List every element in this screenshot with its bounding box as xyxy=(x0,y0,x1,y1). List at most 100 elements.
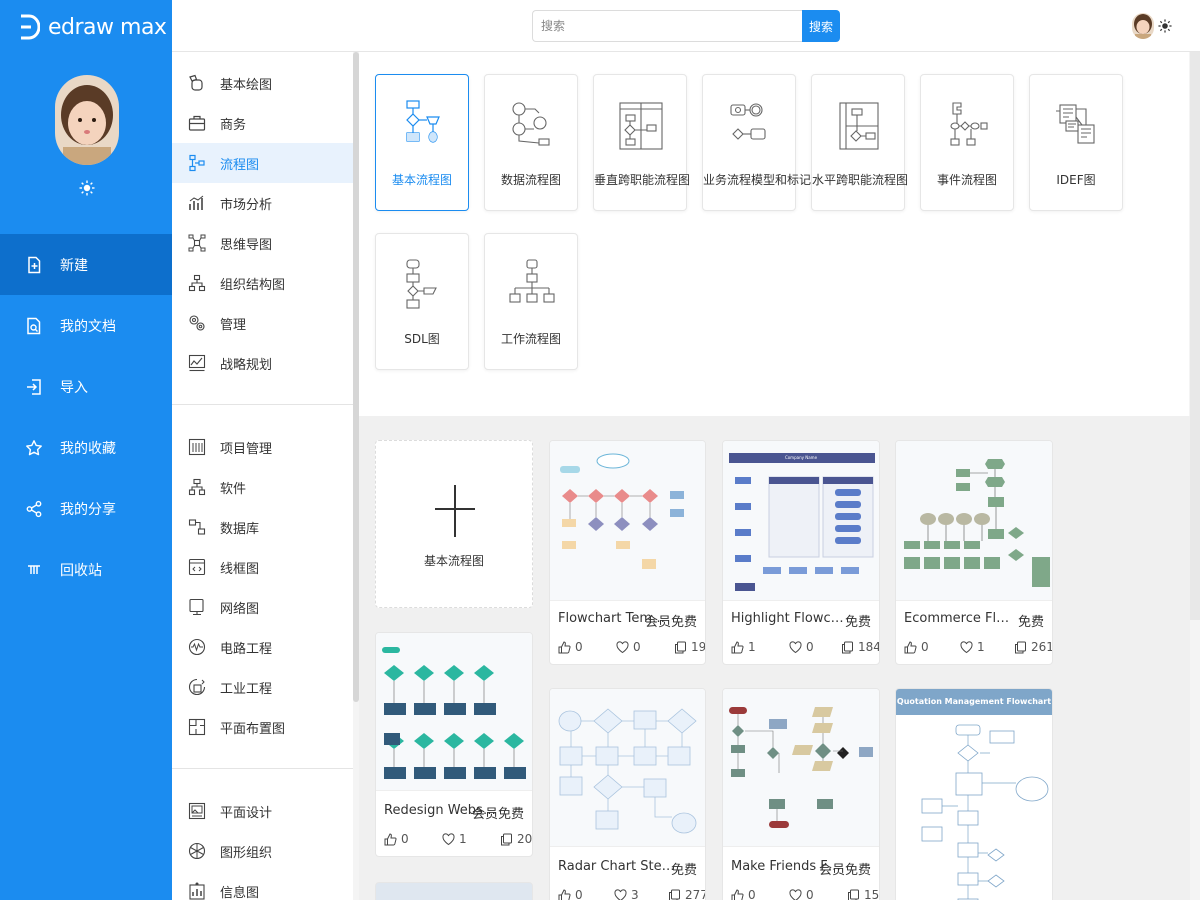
category-infographic[interactable]: 信息图 xyxy=(172,871,353,900)
template-card[interactable]: Quotation Management Flowchart xyxy=(895,688,1053,900)
category-wireframe[interactable]: 线框图 xyxy=(172,547,353,587)
template-name: Highlight Flowchart xyxy=(731,611,849,626)
wireframe-icon xyxy=(188,558,206,576)
mindmap-icon xyxy=(188,234,206,252)
template-card[interactable]: Flowchart Templ... 会员免费 0 0 19 xyxy=(549,440,706,665)
search-button[interactable]: 搜索 xyxy=(802,10,840,42)
software-icon xyxy=(188,478,206,496)
type-card-basic-flowchart[interactable]: 基本流程图 xyxy=(375,74,469,211)
copy-icon xyxy=(669,889,680,900)
new-card-label: 基本流程图 xyxy=(423,554,484,568)
template-card[interactable]: Radar Chart Steps 免费 0 3 277 xyxy=(549,688,706,900)
sdl-diagram-icon xyxy=(406,259,437,309)
template-price: 免费 xyxy=(670,863,697,878)
graphic-organizer-icon xyxy=(188,842,206,860)
category-flowchart[interactable]: 流程图 xyxy=(172,143,353,183)
type-card-event-flowchart[interactable]: 事件流程图 xyxy=(920,74,1014,211)
type-card-bpmn[interactable]: 业务流程模型和标记法 xyxy=(702,74,823,211)
top-avatar-photo xyxy=(1132,13,1154,39)
category-network[interactable]: 网络图 xyxy=(172,587,353,627)
template-stats: 0 3 277 xyxy=(558,888,705,900)
idef-diagram-icon xyxy=(1056,104,1095,144)
favorite-count[interactable]: 3 xyxy=(614,888,639,900)
main-scrollbar[interactable] xyxy=(1190,52,1200,620)
category-mindmap[interactable]: 思维导图 xyxy=(172,223,353,263)
copy-icon xyxy=(501,833,512,845)
new-file-icon xyxy=(28,256,41,273)
user-avatar[interactable] xyxy=(55,75,119,165)
project-icon xyxy=(188,438,206,456)
copy-count[interactable]: 19 xyxy=(674,640,705,654)
category-industrial[interactable]: 工业工程 xyxy=(172,667,353,707)
new-blank-diagram-card[interactable]: 基本流程图 xyxy=(375,440,533,608)
template-thumbnail xyxy=(921,724,1049,900)
type-card-label: SDL图 xyxy=(404,332,440,346)
copy-count[interactable]: 15 xyxy=(847,888,879,900)
theme-sun-icon[interactable] xyxy=(79,180,95,196)
template-card-partial[interactable] xyxy=(375,882,533,900)
copy-count[interactable]: 184 xyxy=(841,640,880,654)
copy-count[interactable]: 20 xyxy=(500,832,532,846)
category-software[interactable]: 软件 xyxy=(172,467,353,507)
favorite-count[interactable]: 0 xyxy=(789,640,814,654)
category-management[interactable]: 管理 xyxy=(172,303,353,343)
favorite-count[interactable]: 1 xyxy=(960,640,985,654)
heart-icon xyxy=(616,640,629,653)
like-count[interactable]: 0 xyxy=(904,640,929,654)
type-card-horizontal-cross-functional[interactable]: 水平跨职能流程图 xyxy=(811,74,908,211)
heart-icon xyxy=(960,640,973,653)
category-basic-drawing[interactable]: 基本绘图 xyxy=(172,63,353,103)
category-project-management[interactable]: 项目管理 xyxy=(172,427,353,467)
copy-count-value: 184 xyxy=(858,640,880,654)
theme-sun-icon[interactable] xyxy=(1158,19,1172,33)
category-org-chart[interactable]: 组织结构图 xyxy=(172,263,353,303)
template-card[interactable]: Make Friends Flo... 会员免费 0 0 15 xyxy=(722,688,880,900)
top-user-avatar[interactable] xyxy=(1132,13,1154,39)
template-card[interactable]: Ecommerce Flowchar... 免费 0 1 261 xyxy=(895,440,1053,665)
nav-item-import[interactable]: 导入 xyxy=(0,356,172,417)
favorite-count[interactable]: 1 xyxy=(442,832,467,846)
category-strategy[interactable]: 战略规划 xyxy=(172,343,353,383)
template-card[interactable]: Redesign Websit... 会员免费 0 1 20 xyxy=(375,632,533,857)
nav-item-trash[interactable]: 回收站 xyxy=(0,539,172,600)
like-count[interactable]: 0 xyxy=(384,832,409,846)
like-count[interactable]: 0 xyxy=(558,888,583,900)
nav-item-new[interactable]: 新建 xyxy=(0,234,172,295)
copy-count[interactable]: 261 xyxy=(1014,640,1052,654)
data-flow-diagram-icon xyxy=(512,102,550,146)
category-floorplan[interactable]: 平面布置图 xyxy=(172,707,353,747)
category-circuit[interactable]: 电路工程 xyxy=(172,627,353,667)
floorplan-icon xyxy=(188,718,206,736)
category-business[interactable]: 商务 xyxy=(172,103,353,143)
like-count-value: 1 xyxy=(748,640,756,654)
app-logo[interactable]: edraw max xyxy=(18,12,167,42)
favorite-count-value: 0 xyxy=(806,640,814,654)
category-graphic-design[interactable]: 平面设计 xyxy=(172,791,353,831)
favorite-count[interactable]: 0 xyxy=(616,640,641,654)
nav-item-favorites[interactable]: 我的收藏 xyxy=(0,417,172,478)
type-card-data-flow[interactable]: 数据流程图 xyxy=(484,74,578,211)
infographic-icon xyxy=(189,882,205,900)
type-card-sdl[interactable]: SDL图 xyxy=(375,233,469,370)
nav-item-documents[interactable]: 我的文档 xyxy=(0,295,172,356)
bpmn-icon xyxy=(730,103,766,140)
category-market-analysis[interactable]: 市场分析 xyxy=(172,183,353,223)
type-card-idef[interactable]: IDEF图 xyxy=(1029,74,1123,211)
like-count[interactable]: 0 xyxy=(558,640,583,654)
nav-item-label: 我的文档 xyxy=(60,318,116,335)
category-label: 图形组织 xyxy=(220,845,273,861)
copy-icon xyxy=(675,641,686,653)
nav-item-label: 新建 xyxy=(60,257,88,274)
template-card[interactable]: Company Name Highlight Flowchart 免费 1 0 … xyxy=(722,440,880,665)
nav-item-shared[interactable]: 我的分享 xyxy=(0,478,172,539)
category-database[interactable]: 数据库 xyxy=(172,507,353,547)
like-count[interactable]: 1 xyxy=(731,640,756,654)
category-graphic-organizer[interactable]: 图形组织 xyxy=(172,831,353,871)
type-card-workflow[interactable]: 工作流程图 xyxy=(484,233,578,370)
search-input[interactable] xyxy=(532,10,802,42)
type-card-vertical-cross-functional[interactable]: 垂直跨职能流程图 xyxy=(593,74,690,211)
copy-count[interactable]: 277 xyxy=(668,888,705,900)
like-count[interactable]: 0 xyxy=(731,888,756,900)
thumbs-up-icon xyxy=(731,888,744,900)
favorite-count[interactable]: 0 xyxy=(789,888,814,900)
